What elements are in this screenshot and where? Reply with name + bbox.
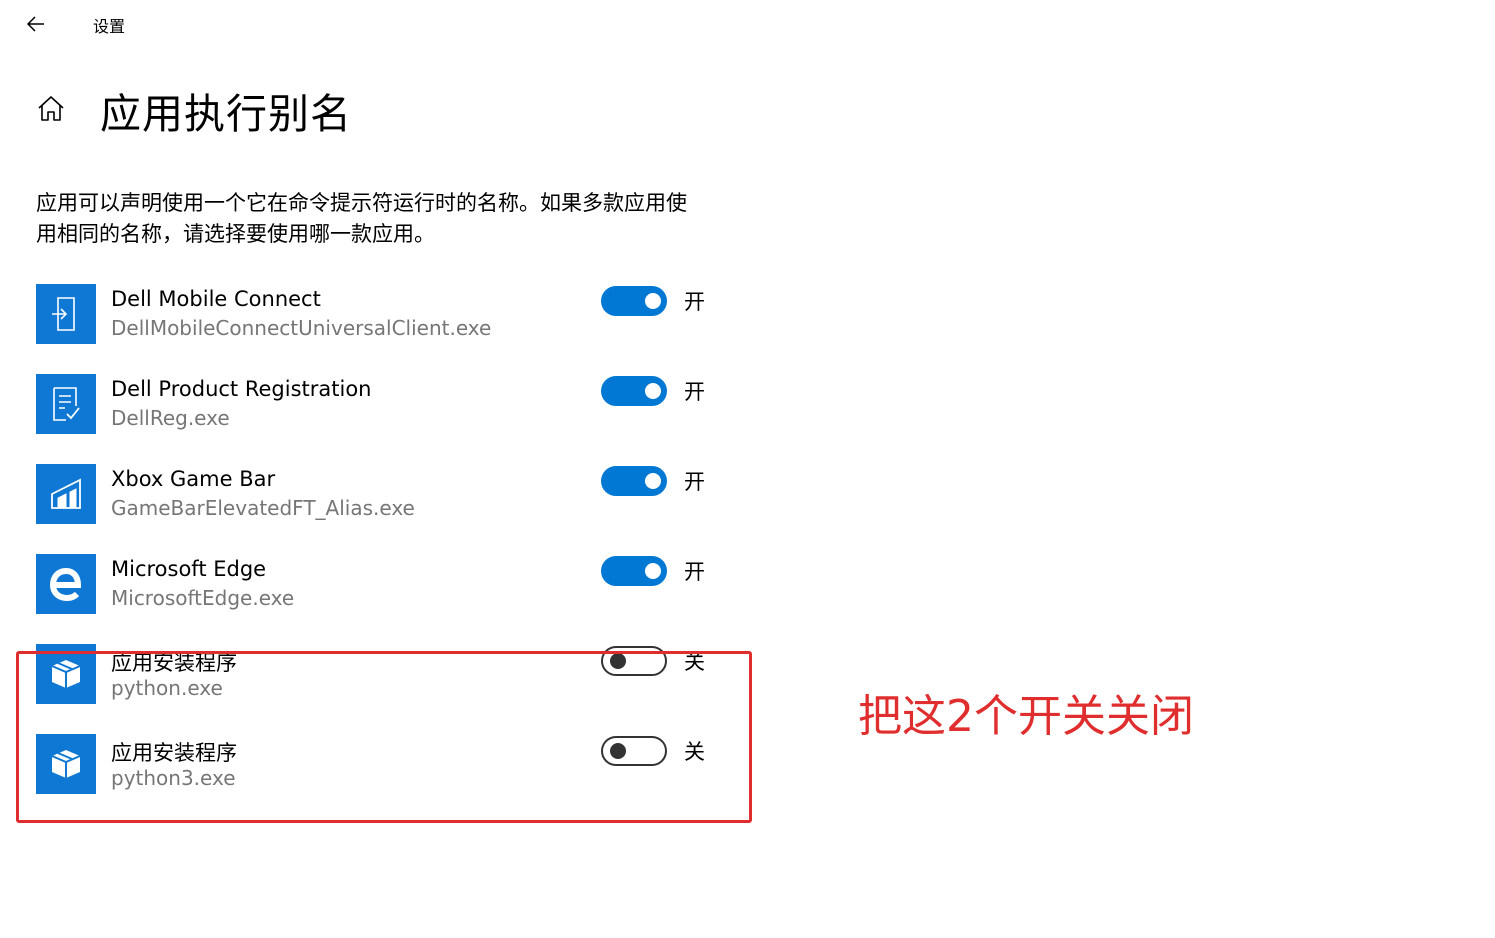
- toggle-state-label: 开: [684, 560, 705, 584]
- annotation-highlight-box: [16, 651, 752, 823]
- annotation-text: 把这2个开关关闭: [858, 691, 1194, 742]
- app-exe: MicrosoftEdge.exe: [111, 586, 295, 610]
- app-exe: DellReg.exe: [111, 406, 230, 430]
- alias-row: Microsoft Edge MicrosoftEdge.exe 开: [36, 554, 726, 614]
- alias-toggle[interactable]: [601, 466, 667, 496]
- alias-toggle[interactable]: [601, 286, 667, 316]
- dell-mobile-connect-icon: [36, 284, 96, 344]
- app-name: Xbox Game Bar: [111, 467, 276, 491]
- home-icon[interactable]: [34, 90, 68, 126]
- toggle-state-label: 开: [684, 470, 705, 494]
- toggle-knob: [645, 563, 661, 579]
- alias-toggle[interactable]: [601, 376, 667, 406]
- alias-row: Xbox Game Bar GameBarElevatedFT_Alias.ex…: [36, 464, 726, 524]
- toggle-state-label: 开: [684, 380, 705, 404]
- app-name: Dell Mobile Connect: [111, 287, 321, 311]
- toggle-knob: [645, 473, 661, 489]
- page-description: 应用可以声明使用一个它在命令提示符运行时的名称。如果多款应用使用相同的名称，请选…: [36, 191, 687, 246]
- app-name: Dell Product Registration: [111, 377, 372, 401]
- xbox-game-bar-icon: [36, 464, 96, 524]
- dell-registration-icon: [36, 374, 96, 434]
- toggle-state-label: 开: [684, 290, 705, 314]
- back-button[interactable]: [18, 8, 54, 40]
- alias-toggle[interactable]: [601, 556, 667, 586]
- app-name: Microsoft Edge: [111, 557, 267, 581]
- alias-row: Dell Product Registration DellReg.exe 开: [36, 374, 726, 434]
- edge-icon: [36, 554, 96, 614]
- app-exe: DellMobileConnectUniversalClient.exe: [111, 316, 492, 340]
- title-bar: 设置: [0, 0, 1495, 48]
- app-exe: GameBarElevatedFT_Alias.exe: [111, 496, 415, 520]
- page-title: 应用执行别名: [100, 90, 352, 138]
- toggle-knob: [645, 383, 661, 399]
- alias-row: Dell Mobile Connect DellMobileConnectUni…: [36, 284, 726, 344]
- back-arrow-icon: [26, 16, 44, 32]
- window-title: 设置: [93, 17, 126, 36]
- toggle-knob: [645, 293, 661, 309]
